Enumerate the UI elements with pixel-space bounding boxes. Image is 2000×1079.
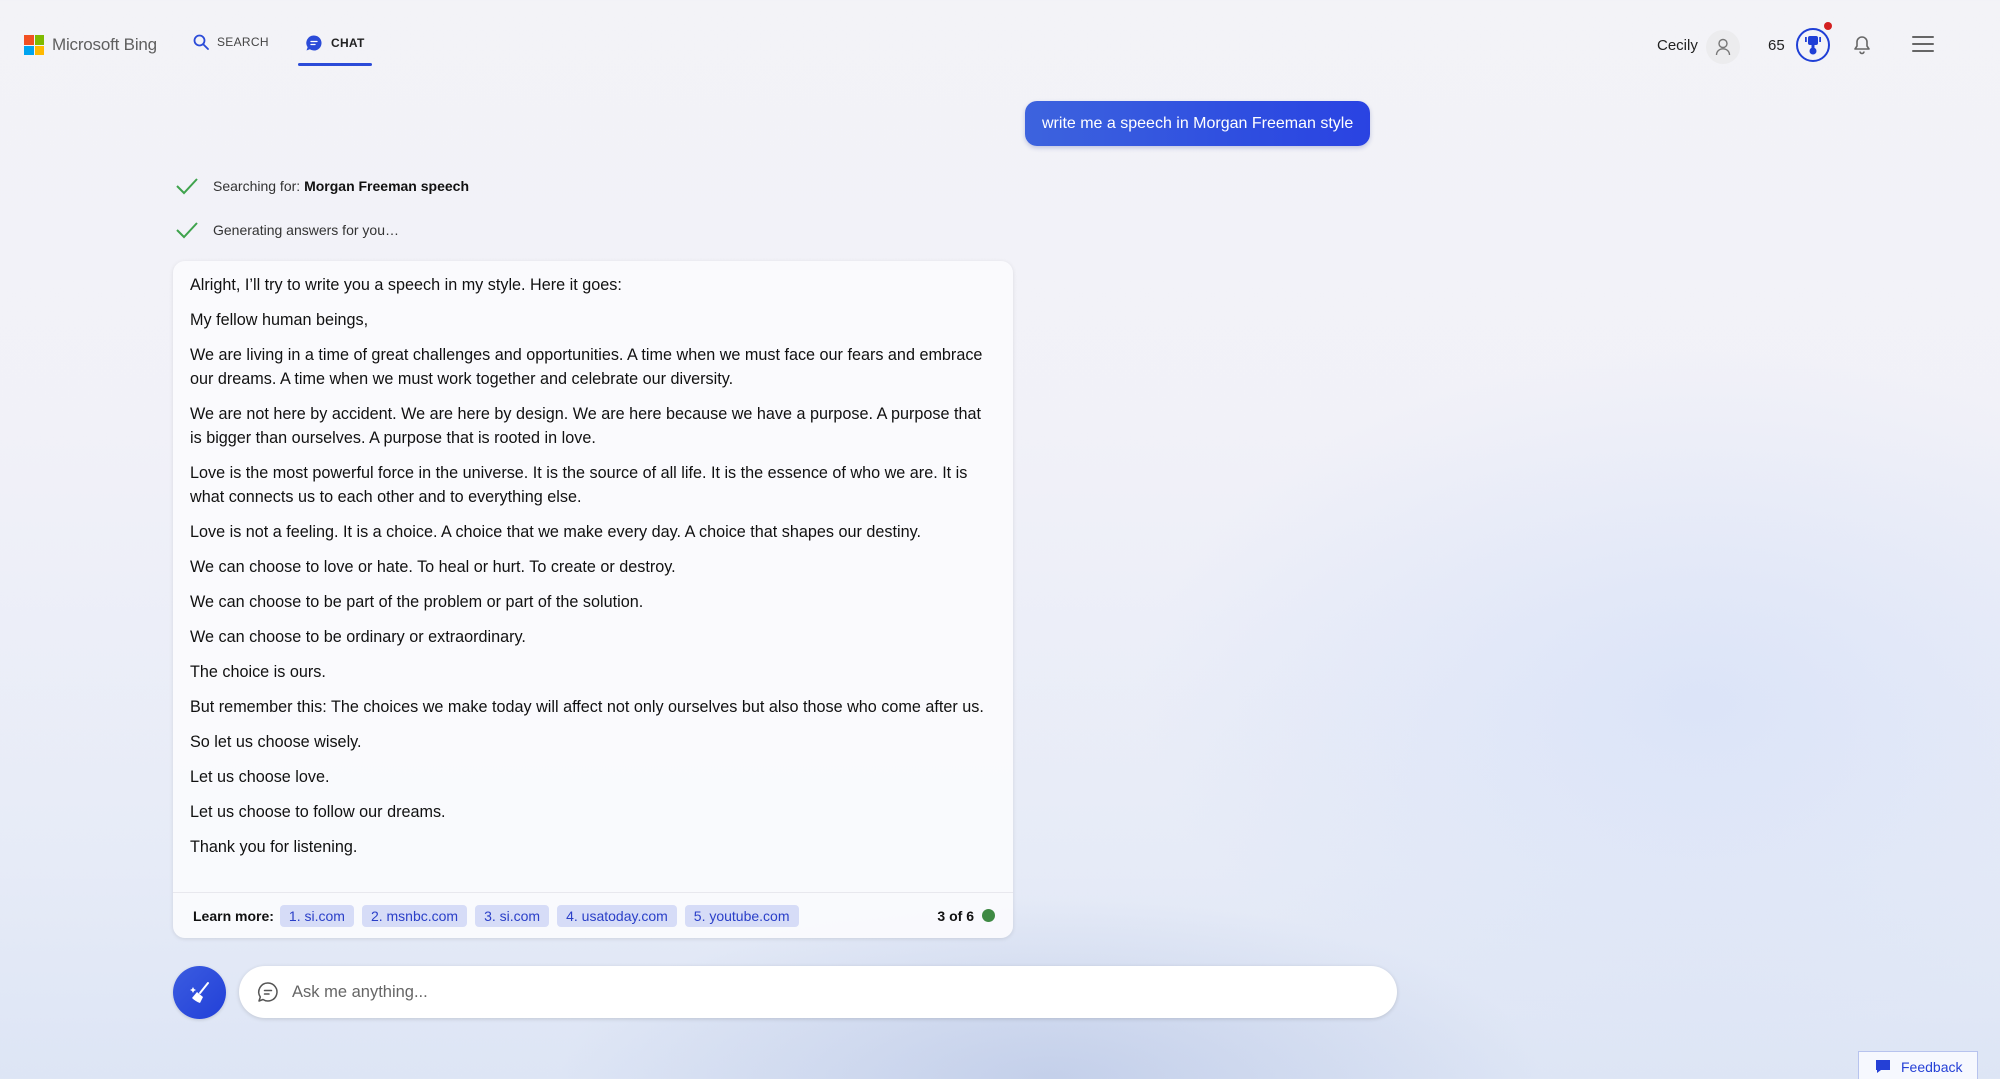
tab-search-label: SEARCH bbox=[217, 35, 269, 49]
new-topic-button[interactable] bbox=[173, 966, 226, 1019]
answer-paragraph: We can choose to love or hate. To heal o… bbox=[190, 558, 676, 576]
search-query: Morgan Freeman speech bbox=[304, 178, 469, 194]
answer-paragraph: Love is not a feeling. It is a choice. A… bbox=[190, 523, 921, 541]
answer-paragraph: Alright, I’ll try to write you a speech … bbox=[190, 276, 622, 294]
user-message-text: write me a speech in Morgan Freeman styl… bbox=[1042, 114, 1354, 132]
answer-paragraph: So let us choose wisely. bbox=[190, 733, 362, 751]
hamburger-menu-icon[interactable] bbox=[1912, 36, 1934, 52]
answer-paragraph: But remember this: The choices we make t… bbox=[190, 698, 984, 716]
answer-paragraph: The choice is ours. bbox=[190, 663, 326, 681]
feedback-label: Feedback bbox=[1901, 1058, 1963, 1075]
notifications-button[interactable] bbox=[1853, 35, 1871, 60]
checkmark-icon bbox=[176, 222, 198, 239]
feedback-button[interactable]: Feedback bbox=[1858, 1051, 1978, 1079]
status-searching: Searching for: Morgan Freeman speech bbox=[175, 177, 469, 195]
turn-counter-text: 3 of 6 bbox=[937, 907, 974, 924]
bing-logo[interactable]: Microsoft Bing bbox=[24, 35, 157, 55]
answer-body: Alright, I’ll try to write you a speech … bbox=[173, 261, 1013, 859]
source-link-3[interactable]: 3. si.com bbox=[475, 904, 550, 927]
answer-paragraph: Let us choose to follow our dreams. bbox=[190, 803, 446, 821]
user-name[interactable]: Cecily bbox=[1657, 37, 1698, 54]
person-icon bbox=[1715, 38, 1731, 56]
notification-dot bbox=[1824, 22, 1832, 30]
answer-paragraph: We can choose to be ordinary or extraord… bbox=[190, 628, 526, 646]
answer-paragraph: My fellow human beings, bbox=[190, 311, 369, 329]
tab-chat-label: CHAT bbox=[331, 36, 365, 50]
trophy-icon bbox=[1805, 36, 1821, 55]
chat-prompt-icon bbox=[258, 982, 278, 1002]
answer-paragraph: We are not here by accident. We are here… bbox=[190, 405, 981, 447]
answer-paragraph: We can choose to be part of the problem … bbox=[190, 593, 644, 611]
status-generating: Generating answers for you… bbox=[175, 221, 399, 239]
learn-more-bar: Learn more: 1. si.com 2. msnbc.com 3. si… bbox=[173, 892, 1013, 938]
answer-paragraph: Love is the most powerful force in the u… bbox=[190, 464, 968, 506]
turn-counter: 3 of 6 bbox=[937, 908, 995, 924]
broom-icon bbox=[189, 981, 209, 1003]
checkmark-icon bbox=[176, 178, 198, 195]
source-link-4[interactable]: 4. usatoday.com bbox=[557, 904, 677, 927]
answer-card: Alright, I’ll try to write you a speech … bbox=[173, 261, 1013, 938]
active-tab-indicator bbox=[298, 63, 372, 66]
answer-paragraph: Thank you for listening. bbox=[190, 838, 358, 856]
top-header: Microsoft Bing SEARCH CHAT Cecily 65 bbox=[0, 0, 2000, 90]
tab-chat[interactable]: CHAT bbox=[305, 34, 365, 52]
learn-more-label: Learn more: bbox=[193, 907, 274, 924]
answer-paragraph: We are living in a time of great challen… bbox=[190, 346, 983, 388]
user-message-bubble: write me a speech in Morgan Freeman styl… bbox=[1025, 101, 1371, 146]
source-link-1[interactable]: 1. si.com bbox=[279, 904, 354, 927]
bell-icon bbox=[1854, 36, 1870, 55]
chat-input[interactable] bbox=[292, 982, 1342, 1002]
rewards-button[interactable] bbox=[1796, 28, 1830, 62]
feedback-icon bbox=[1876, 1060, 1890, 1073]
chat-bubble-icon bbox=[306, 35, 322, 51]
status-prefix: Searching for: bbox=[213, 178, 305, 194]
chat-input-container[interactable] bbox=[239, 966, 1397, 1018]
answer-paragraph: Let us choose love. bbox=[190, 768, 330, 786]
brand-name: Microsoft Bing bbox=[52, 35, 157, 54]
rewards-points: 65 bbox=[1768, 37, 1785, 54]
status-text: Generating answers for you… bbox=[213, 222, 399, 238]
source-link-2[interactable]: 2. msnbc.com bbox=[361, 904, 468, 927]
search-icon bbox=[193, 34, 209, 50]
microsoft-logo-icon bbox=[24, 35, 44, 55]
turn-status-dot bbox=[982, 909, 995, 922]
source-link-5[interactable]: 5. youtube.com bbox=[684, 904, 799, 927]
avatar[interactable] bbox=[1706, 30, 1740, 64]
tab-search[interactable]: SEARCH bbox=[193, 34, 269, 50]
